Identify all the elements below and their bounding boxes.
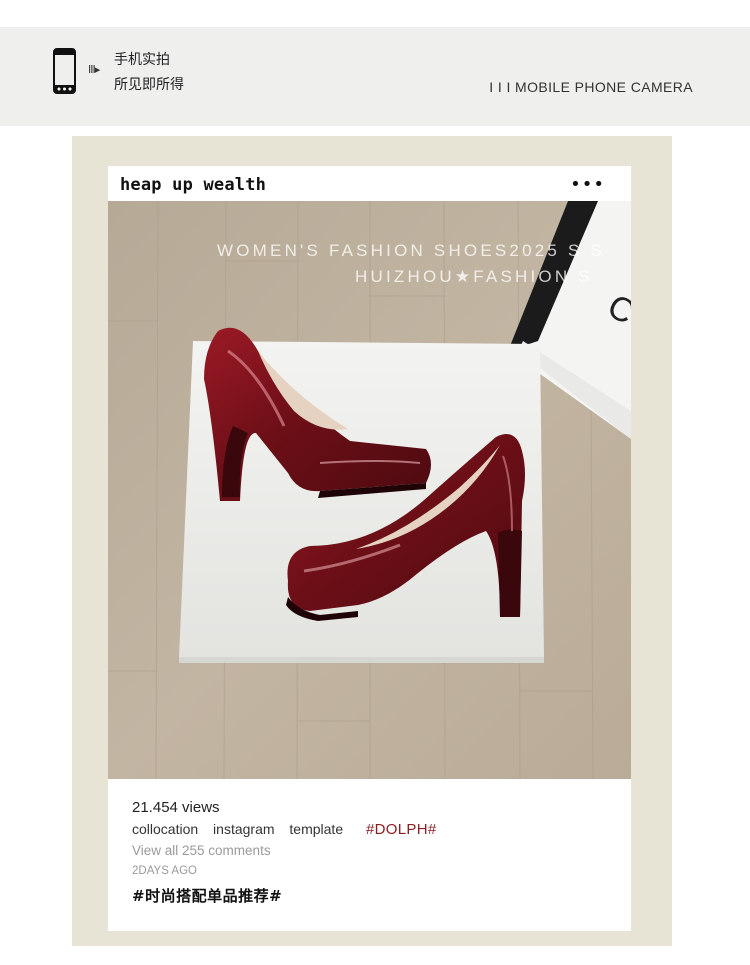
tag-row: collocation instagram template #DOLPH# <box>132 821 447 838</box>
photo-overlay-line2: HUIZHOU★FASHION S <box>355 267 593 286</box>
product-photo: C WOMEN'S FASHION SHOES2025 S S HUIZHOU★… <box>108 201 631 779</box>
banner-title: 手机实拍 <box>114 52 170 68</box>
phone-icon <box>53 48 76 94</box>
top-banner: III▸ 手机实拍 所见即所得 I I I MOBILE PHONE CAMER… <box>0 27 750 126</box>
photo-overlay-line1: WOMEN'S FASHION SHOES2025 S S <box>217 241 605 260</box>
tag-collocation[interactable]: collocation <box>132 821 198 837</box>
more-horizontal-icon[interactable]: ••• <box>570 174 605 195</box>
post-timestamp: 2DAYS AGO <box>132 865 197 877</box>
post-username[interactable]: heap up wealth <box>120 175 266 195</box>
banner-tagline: I I I MOBILE PHONE CAMERA <box>489 79 693 95</box>
tag-instagram[interactable]: instagram <box>213 821 274 837</box>
post-card: heap up wealth ••• C WOMEN'S FASHION SHO… <box>108 166 631 931</box>
hashtag-dolph[interactable]: #DOLPH# <box>366 821 436 838</box>
banner-subtitle: 所见即所得 <box>114 77 184 93</box>
tag-template[interactable]: template <box>289 821 343 837</box>
post-footer: 21.454 views collocation instagram templ… <box>108 779 631 931</box>
view-comments-link[interactable]: View all 255 comments <box>132 843 271 858</box>
post-frame: heap up wealth ••• C WOMEN'S FASHION SHO… <box>72 136 672 946</box>
arrow-icon: III▸ <box>88 63 100 76</box>
cn-hashtag[interactable]: #时尚搭配单品推荐# <box>132 885 282 906</box>
shoes-photo-illustration: C <box>108 201 631 779</box>
post-header: heap up wealth ••• <box>108 166 631 201</box>
views-count: 21.454 views <box>132 799 220 816</box>
